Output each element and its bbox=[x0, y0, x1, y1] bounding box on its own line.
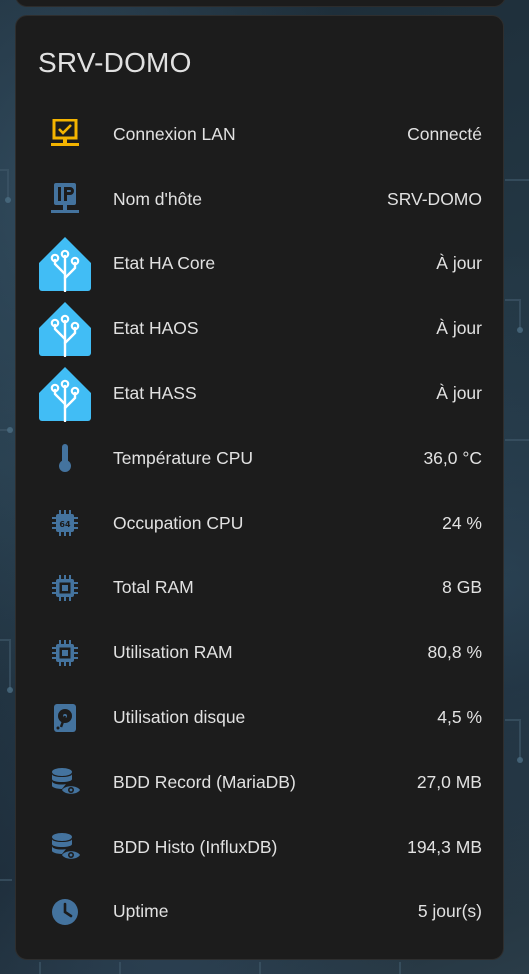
svg-text:64: 64 bbox=[59, 520, 71, 529]
entity-row[interactable]: Utilisation RAM 80,8 % bbox=[16, 620, 503, 685]
entity-row[interactable]: Utilisation disque 4,5 % bbox=[16, 685, 503, 750]
entity-row[interactable]: BDD Record (MariaDB) 27,0 MB bbox=[16, 750, 503, 815]
cpu-64-icon: 64 bbox=[37, 495, 93, 551]
home-assistant-logo-icon bbox=[37, 236, 93, 292]
entity-label: Utilisation RAM bbox=[113, 642, 233, 663]
entity-row[interactable]: Température CPU 36,0 °C bbox=[16, 426, 503, 491]
system-monitor-card: SRV-DOMO Connexion LAN Connecté Nom d'hôt… bbox=[15, 15, 504, 960]
entity-list: Connexion LAN Connecté Nom d'hôte SRV-DOMO… bbox=[16, 102, 503, 944]
entity-row[interactable]: Etat HAOS À jour bbox=[16, 296, 503, 361]
entity-label: Température CPU bbox=[113, 447, 254, 468]
entity-value: 194,3 MB bbox=[407, 836, 482, 857]
entity-value: 36,0 °C bbox=[423, 447, 482, 468]
entity-value: 4,5 % bbox=[437, 707, 482, 728]
entity-label: Nom d'hôte bbox=[113, 188, 202, 209]
entity-label: Utilisation disque bbox=[113, 707, 246, 728]
memory-chip-icon bbox=[37, 560, 93, 616]
entity-row[interactable]: Nom d'hôte SRV-DOMO bbox=[16, 167, 503, 232]
entity-value: 24 % bbox=[442, 512, 482, 533]
entity-label: Occupation CPU bbox=[113, 512, 244, 533]
home-assistant-logo-icon bbox=[37, 366, 93, 422]
entity-value: À jour bbox=[436, 318, 482, 339]
harddisk-icon bbox=[37, 690, 93, 746]
card-title: SRV-DOMO bbox=[38, 47, 192, 78]
entity-value: Connecté bbox=[407, 123, 482, 144]
entity-value: À jour bbox=[436, 383, 482, 404]
entity-row[interactable]: Uptime 5 jour(s) bbox=[16, 880, 503, 945]
memory-chip-icon bbox=[37, 625, 93, 681]
entity-label: Etat HA Core bbox=[113, 253, 216, 274]
entity-value: SRV-DOMO bbox=[387, 188, 482, 209]
database-eye-icon bbox=[37, 754, 93, 810]
entity-value: 5 jour(s) bbox=[417, 901, 482, 922]
entity-row[interactable]: Total RAM 8 GB bbox=[16, 556, 503, 621]
previous-card-edge bbox=[15, 0, 506, 7]
lan-connect-icon bbox=[37, 106, 93, 162]
entity-value: 27,0 MB bbox=[416, 771, 482, 792]
entity-value: À jour bbox=[436, 253, 482, 274]
entity-row[interactable]: 64 Occupation CPU 24 % bbox=[16, 491, 503, 556]
entity-row[interactable]: Connexion LAN Connecté bbox=[16, 102, 503, 167]
thermometer-icon bbox=[37, 430, 93, 486]
database-eye-icon bbox=[37, 819, 93, 875]
home-assistant-logo-icon bbox=[37, 301, 93, 357]
entity-label: Uptime bbox=[113, 901, 169, 922]
entity-label: Connexion LAN bbox=[113, 123, 236, 144]
entity-row[interactable]: BDD Histo (InfluxDB) 194,3 MB bbox=[16, 815, 503, 880]
entity-label: Etat HASS bbox=[113, 383, 197, 404]
ip-network-icon bbox=[37, 171, 93, 227]
entity-label: Etat HAOS bbox=[113, 318, 199, 339]
entity-row[interactable]: Etat HA Core À jour bbox=[16, 232, 503, 297]
entity-label: BDD Histo (InfluxDB) bbox=[113, 836, 278, 857]
entity-row[interactable]: Etat HASS À jour bbox=[16, 361, 503, 426]
entity-label: Total RAM bbox=[113, 577, 194, 598]
clock-icon bbox=[37, 884, 93, 940]
entity-value: 8 GB bbox=[442, 577, 482, 598]
entity-value: 80,8 % bbox=[427, 642, 482, 663]
entity-label: BDD Record (MariaDB) bbox=[113, 771, 296, 792]
